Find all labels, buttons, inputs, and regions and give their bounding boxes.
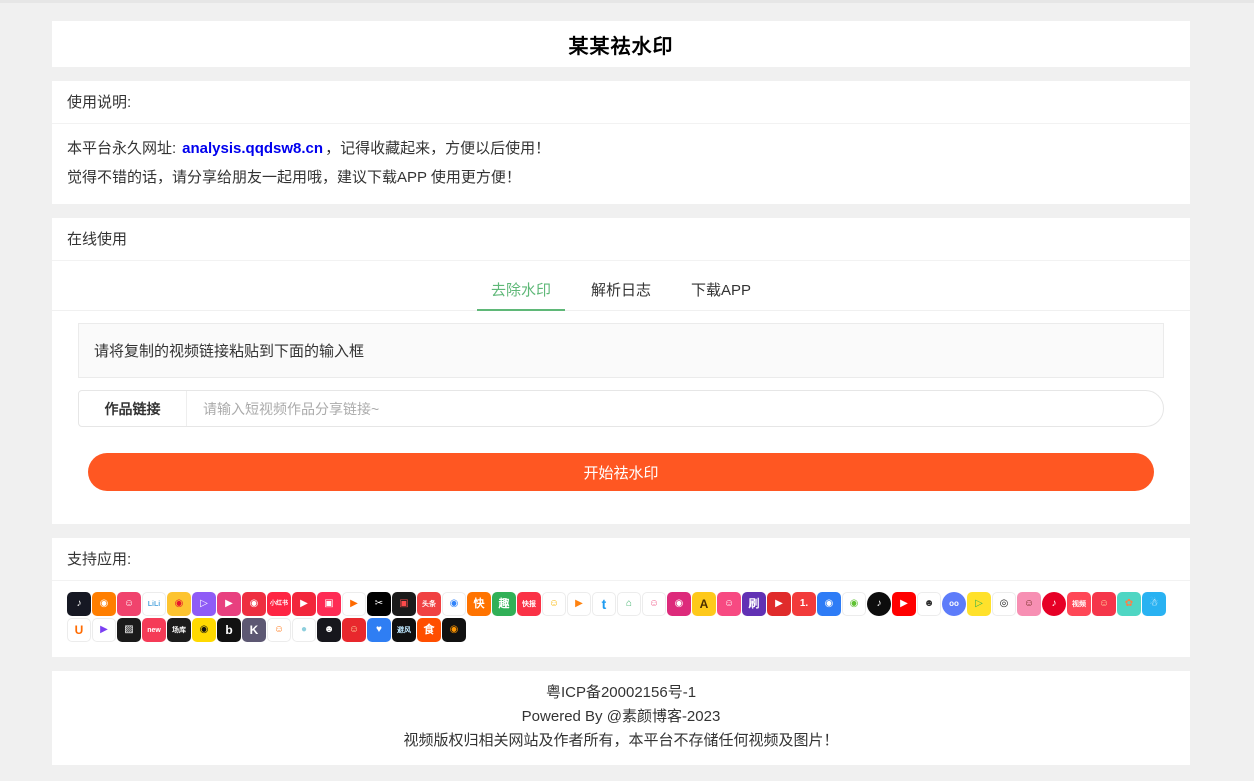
haokan-pink-play-icon: ▶ (217, 592, 241, 616)
yizhibo-icon: 1. (792, 592, 816, 616)
soul-icon: oo (942, 592, 966, 616)
new-red-icon: new (142, 618, 166, 642)
teal-boat-icon: ✿ (1117, 592, 1141, 616)
app-icon-row-1: ♪◉☺LiLi◉▷▶◉小红书▶▣▶✂▣头条◉快趣快报☺▶t⌂☺◉A☺刷▶1.◉◉… (67, 592, 1175, 616)
instagram-icon: ◉ (667, 592, 691, 616)
black-o-face-icon: ☻ (317, 618, 341, 642)
footer: 粤ICP备20002156号-1 Powered By @素颜博客-2023 视… (52, 671, 1190, 765)
pastel-circle-icon: ● (292, 618, 316, 642)
paste-hint-alert: 请将复制的视频链接粘贴到下面的输入框 (78, 323, 1164, 378)
kuaishou-icon: ◉ (92, 592, 116, 616)
title-card: 某某祛水印 (52, 21, 1190, 67)
netease-music-icon: ♪ (1042, 592, 1066, 616)
supported-apps-card: 支持应用: ♪◉☺LiLi◉▷▶◉小红书▶▣▶✂▣头条◉快趣快报☺▶t⌂☺◉A☺… (52, 538, 1190, 657)
penguin-blue-icon: ☃ (1142, 592, 1166, 616)
usage-line2: 觉得不错的话，请分享给朋友一起用哦，建议下载APP 使用更方便！ (67, 163, 1175, 192)
sohu-video-icon: ◉ (817, 592, 841, 616)
link-input-group: 作品链接 (78, 390, 1164, 427)
quanmin-video-icon: ◉ (242, 592, 266, 616)
online-use-card: 在线使用 去除水印解析日志下载APP 请将复制的视频链接粘贴到下面的输入框 作品… (52, 218, 1190, 524)
app-icon-row-2: U▶▨new场库◉bK☺●☻☺♥避风食◉ (67, 618, 1175, 642)
yellow-circle-play-icon: ◉ (192, 618, 216, 642)
bilibili-icon: LiLi (142, 592, 166, 616)
supported-apps-heading: 支持应用: (52, 538, 1190, 581)
black-camcorder-icon: ▣ (392, 592, 416, 616)
panda-face-icon: ☻ (917, 592, 941, 616)
usage-card: 使用说明: 本平台永久网址: analysis.qqdsw8.cn，记得收藏起来，… (52, 81, 1190, 204)
start-remove-watermark-button[interactable]: 开始祛水印 (88, 453, 1154, 491)
red-circle-play-icon: ▶ (292, 592, 316, 616)
usage-line1: 本平台永久网址: analysis.qqdsw8.cn，记得收藏起来，方便以后使用… (67, 134, 1175, 163)
douyin-icon: ♪ (67, 592, 91, 616)
tab-bar: 去除水印解析日志下载APP (52, 261, 1190, 311)
bifeng-icon: 避风 (392, 618, 416, 642)
tencent-video-icon: ▶ (567, 592, 591, 616)
monkey-red-icon: ☺ (342, 618, 366, 642)
pear-video-icon: ▷ (967, 592, 991, 616)
watermark-form: 请将复制的视频链接粘贴到下面的输入框 作品链接 开始祛水印 (52, 311, 1190, 524)
yellow-duck-sticker-icon: ☺ (542, 592, 566, 616)
usage-line1-prefix: 本平台永久网址: (67, 140, 176, 157)
copyright-disclaimer: 视频版权归相关网站及作者所有，本平台不存储任何视频及图片！ (52, 729, 1190, 753)
shuabao-icon: 刷 (742, 592, 766, 616)
xiaohongshu-icon: 小红书 (267, 592, 291, 616)
red-camera-icon: ▣ (317, 592, 341, 616)
acfun-icon: A (692, 592, 716, 616)
pink-laugh-face-icon: ☺ (1017, 592, 1041, 616)
video-link-input[interactable] (187, 391, 1163, 426)
jianying-capcut-icon: ✂ (367, 592, 391, 616)
permanent-url-link[interactable]: analysis.qqdsw8.cn (182, 140, 323, 157)
link-input-label: 作品链接 (79, 391, 187, 426)
lvzhou-icon: ⌂ (617, 592, 641, 616)
twitter-icon: t (592, 592, 616, 616)
orange-bird-icon: ☺ (267, 618, 291, 642)
shipin-red-icon: 视频 (1067, 592, 1091, 616)
tab-parse-log[interactable]: 解析日志 (577, 271, 665, 311)
supported-apps-list: ♪◉☺LiLi◉▷▶◉小红书▶▣▶✂▣头条◉快趣快报☺▶t⌂☺◉A☺刷▶1.◉◉… (52, 581, 1190, 657)
usage-heading: 使用说明: (52, 81, 1190, 124)
b-app-icon: b (217, 618, 241, 642)
purple-play-icon: ▶ (92, 618, 116, 642)
youtube-icon: ▶ (892, 592, 916, 616)
pipixia-icon: ☺ (117, 592, 141, 616)
toutiao-icon: 头条 (417, 592, 441, 616)
tencent-news-icon: ◉ (442, 592, 466, 616)
kuaishou-express-icon: 快 (467, 592, 491, 616)
pipigaoxiao-icon: ☺ (717, 592, 741, 616)
o-ring-camera-icon: ◉ (442, 618, 466, 642)
powered-by: Powered By @素颜博客-2023 (52, 705, 1190, 729)
usage-line1-suffix: ，记得收藏起来，方便以后使用！ (325, 140, 550, 157)
orange-triangle-play-icon: ▶ (342, 592, 366, 616)
girl-face-red-icon: ☺ (1092, 592, 1116, 616)
striped-black-icon: ▨ (117, 618, 141, 642)
weibo-icon: ◉ (167, 592, 191, 616)
shutter-camera-icon: ◎ (992, 592, 1016, 616)
k-purple-icon: K (242, 618, 266, 642)
kuaibao-icon: 快报 (517, 592, 541, 616)
qukandian-icon: 趣 (492, 592, 516, 616)
tab-remove-watermark[interactable]: 去除水印 (477, 271, 565, 311)
online-use-heading: 在线使用 (52, 218, 1190, 261)
uc-browser-icon: U (67, 618, 91, 642)
meipai-face-icon: ☺ (642, 592, 666, 616)
kaiyan-eye-icon: ◉ (842, 592, 866, 616)
icp-number: 粤ICP备20002156号-1 (52, 681, 1190, 705)
tab-download-app[interactable]: 下载APP (677, 271, 765, 311)
blue-heart-icon: ♥ (367, 618, 391, 642)
red-box-play-icon: ▶ (767, 592, 791, 616)
shi-food-icon: 食 (417, 618, 441, 642)
page-container: 某某祛水印 使用说明: 本平台永久网址: analysis.qqdsw8.cn，记… (52, 21, 1190, 765)
weishi-icon: ▷ (192, 592, 216, 616)
page-title: 某某祛水印 (569, 30, 674, 59)
changku-icon: 场库 (167, 618, 191, 642)
usage-body: 本平台永久网址: analysis.qqdsw8.cn，记得收藏起来，方便以后使用… (52, 124, 1190, 204)
music-note-black-icon: ♪ (867, 592, 891, 616)
